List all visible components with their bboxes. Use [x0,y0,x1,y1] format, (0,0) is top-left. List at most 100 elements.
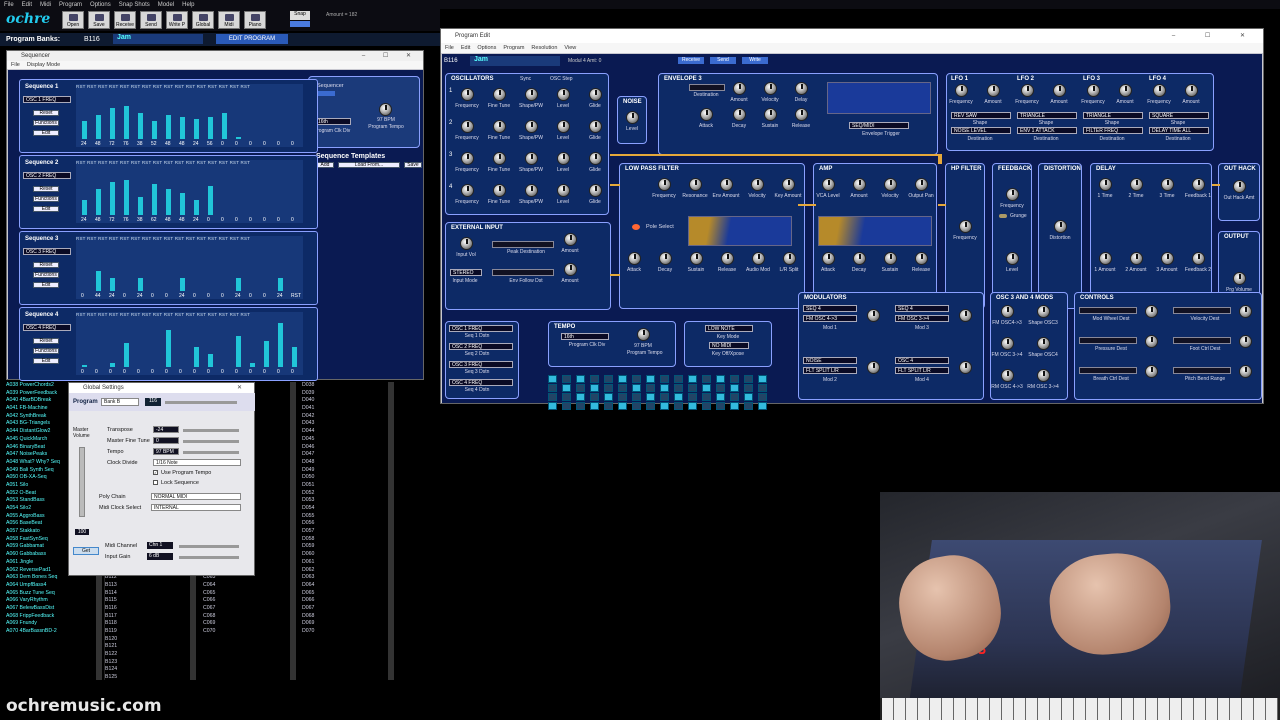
sequence-step-bar[interactable] [82,200,87,215]
toolbar-button-1[interactable]: Save [88,11,110,29]
osc34-rmosc34-knob[interactable] [1037,369,1050,382]
sequencer-grid-pad[interactable] [576,393,585,401]
sequence-step-bar[interactable] [152,121,157,139]
sequencer-grid-pad[interactable] [744,375,753,383]
osc-1-finetune-knob[interactable] [493,88,506,101]
rst-row[interactable]: RST RST RST RST RST RST RST RST RST RST … [76,312,303,319]
amp-output-pan-knob[interactable] [915,178,928,191]
program-list-item[interactable]: B122 [105,651,190,659]
sequencer-grid-pad[interactable] [576,402,585,410]
prg-volume-knob[interactable] [1233,272,1246,285]
sequencer-grid-pad[interactable] [646,393,655,401]
control-amount-knob[interactable] [1145,305,1158,318]
control-amount-knob[interactable] [1145,365,1158,378]
amp-env-decay-knob[interactable] [853,252,866,265]
sequence-step-bar[interactable] [264,341,269,367]
program-tempo-knob[interactable] [379,103,392,116]
osc-1-glide-knob[interactable] [589,88,602,101]
program-list-item[interactable]: D066 [302,597,388,605]
mod-amount-knob[interactable] [867,309,880,322]
global-clock-value[interactable]: 1/16 Note [153,459,241,466]
program-list-item[interactable]: D068 [302,613,388,621]
menu-item-3[interactable]: Program [59,2,82,8]
osc-3-glide-knob[interactable] [589,152,602,165]
program-list-item[interactable]: B113 [105,582,190,590]
seq-run-button[interactable] [315,91,335,96]
amp-env-attack-knob[interactable] [822,252,835,265]
delay-feedback-2-knob[interactable] [1192,252,1205,265]
sequencer-grid-pad[interactable] [758,393,767,401]
lpf-env-amount-knob[interactable] [720,178,733,191]
sequence-step-bar[interactable] [292,347,297,367]
sequence-step-bar[interactable] [82,365,87,367]
lfo-3-dest-select[interactable]: FILTER FREQ [1083,127,1143,134]
sequencer-grid-pad[interactable] [674,402,683,410]
sequencer-grid-pad[interactable] [688,375,697,383]
sequencer-grid-pad[interactable] [674,384,683,392]
mod-dest-select[interactable]: FLT SPLIT L/R [803,367,857,374]
sequencer-grid-pad[interactable] [744,393,753,401]
lfo-2-frequency-knob[interactable] [1021,84,1034,97]
global-close[interactable]: ✕ [237,383,250,393]
program-list-item[interactable]: B119 [105,628,190,636]
program-list-item[interactable]: D044 [302,428,388,436]
template-save-button[interactable]: Save [404,162,422,168]
global-midi_ch-value[interactable]: Chn 1 [147,542,173,549]
osc-3-finetune-knob[interactable] [493,152,506,165]
sequencer-grid-pad[interactable] [744,402,753,410]
master-volume-slider[interactable] [79,447,85,517]
seq-functions-button[interactable]: Functions [33,196,59,202]
program-list-item[interactable]: A065 Buzz Tune Seq [6,590,96,598]
sequencer-grid-pad[interactable] [716,375,725,383]
toolbar-button-5[interactable]: Global [192,11,214,29]
sequencer-grid-pad[interactable] [632,384,641,392]
lfo-2-dest-select[interactable]: ENV 1 ATTACK [1017,127,1077,134]
program-list-item[interactable]: D052 [302,490,388,498]
sequencer-grid-pad[interactable] [688,384,697,392]
sequencer-grid-pad[interactable] [646,375,655,383]
osc34-rmosc43-knob[interactable] [1001,369,1014,382]
sequencer-grid-pad[interactable] [562,402,571,410]
input-vol-knob[interactable] [460,237,473,250]
sequencer-grid-pad[interactable] [632,375,641,383]
global-input_gain-value[interactable]: 6 dB [147,553,173,560]
osc34-shapeosc4-knob[interactable] [1037,337,1050,350]
mod-dest-select[interactable]: FLT SPLIT L/R [895,367,949,374]
sequencer-grid-pad[interactable] [590,393,599,401]
delay-3-time-knob[interactable] [1161,178,1174,191]
sequencer-grid-pad[interactable] [562,375,571,383]
program-list-item[interactable]: B120 [105,636,190,644]
sequence-step-bar[interactable] [110,278,115,291]
sequencer-grid-pad[interactable] [618,375,627,383]
seq-menu-item[interactable]: Display Mode [27,62,60,68]
toolbar-button-6[interactable]: Midi [218,11,240,29]
seq-reset-button[interactable]: Reset [33,186,59,192]
program-list-item[interactable]: D055 [302,513,388,521]
distortion-knob[interactable] [1054,220,1067,233]
sequencer-grid-pad[interactable] [702,393,711,401]
hpf-frequency-knob[interactable] [959,220,972,233]
seq-3-dest-select[interactable]: OSC 3 FREQ [449,361,513,368]
sequence-dest-select[interactable]: OSC 1 FREQ [23,96,71,103]
peak-dest-select[interactable] [492,241,554,248]
osc-1-level-knob[interactable] [557,88,570,101]
sequence-step-bar[interactable] [152,184,157,215]
osc-2-glide-knob[interactable] [589,120,602,133]
sequencer-grid-pad[interactable] [576,384,585,392]
seq-functions-button[interactable]: Functions [33,272,59,278]
sequencer-grid-pad[interactable] [590,375,599,383]
sequence-dest-select[interactable]: OSC 2 FREQ [23,172,71,179]
window-controls[interactable]: – ☐ ✕ [362,51,419,61]
get-button[interactable]: Get [73,547,99,555]
lpf-resonance-knob[interactable] [689,178,702,191]
program-list-item[interactable]: B116 [105,605,190,613]
lfo-4-shape-select[interactable]: SQUARE [1149,112,1209,119]
sequence-step-bar[interactable] [110,182,115,215]
osc-4-finetune-knob[interactable] [493,184,506,197]
env3-decay-knob[interactable] [733,108,746,121]
osc-4-frequency-knob[interactable] [461,184,474,197]
program-list-item[interactable]: A064 UmpfBass4 [6,582,96,590]
osc-3-shapepw-knob[interactable] [525,152,538,165]
osc34-shapeosc3-knob[interactable] [1037,305,1050,318]
seq-4-dest-select[interactable]: OSC 4 FREQ [449,379,513,386]
